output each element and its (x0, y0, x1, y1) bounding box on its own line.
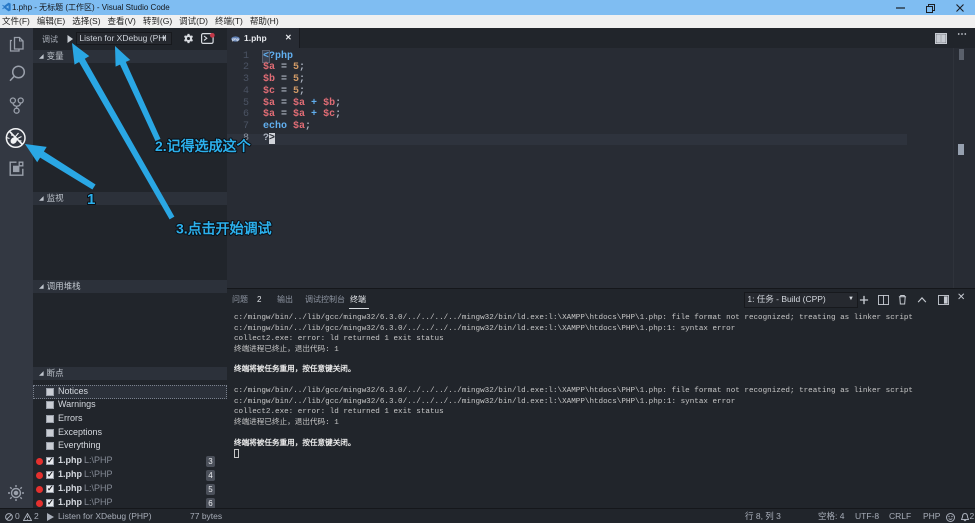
svg-text:3.点击开始调试: 3.点击开始调试 (176, 221, 272, 237)
svg-text:1: 1 (87, 191, 95, 208)
svg-text:2.记得选成这个: 2.记得选成这个 (155, 138, 252, 154)
